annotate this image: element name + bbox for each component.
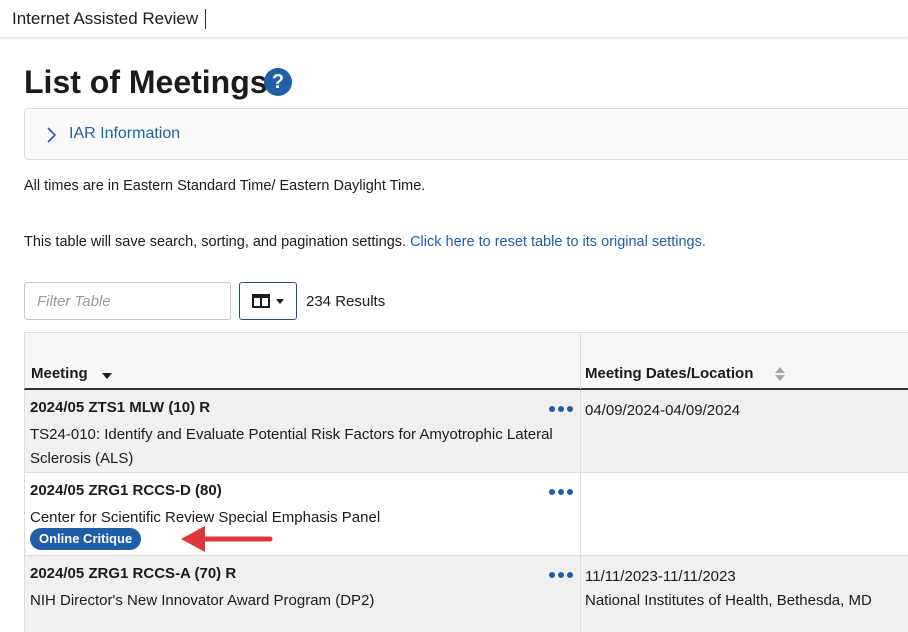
caret-down-icon: [276, 298, 284, 304]
page-title: List of Meetings: [24, 64, 268, 100]
meeting-code[interactable]: 2024/05 ZRG1 RCCS-D (80): [30, 482, 222, 499]
table-header: Meeting Meeting Dates/Location: [24, 332, 908, 390]
accordion-label[interactable]: IAR Information: [69, 125, 180, 143]
meeting-description: TS24-010: Identify and Evaluate Potentia…: [30, 426, 553, 467]
column-header-meeting[interactable]: Meeting: [31, 365, 88, 382]
meeting-dates: 04/09/2024-04/09/2024: [585, 402, 741, 419]
app-title: Internet Assisted Review: [12, 9, 207, 29]
meeting-location: National Institutes of Health, Bethesda,…: [585, 592, 872, 609]
meeting-dates-location: 11/11/2023-11/11/2023 National Institute…: [585, 565, 872, 613]
row-actions-icon[interactable]: [549, 568, 573, 582]
filter-table-input[interactable]: [24, 282, 231, 320]
help-icon[interactable]: ?: [264, 68, 292, 96]
reset-table-link[interactable]: Click here to reset table to its origina…: [410, 234, 706, 250]
chevron-right-icon: [47, 127, 57, 143]
meeting-description: NIH Director's New Innovator Award Progr…: [30, 592, 375, 609]
meeting-dates: 11/11/2023-11/11/2023: [585, 568, 736, 585]
table-row[interactable]: 2024/05 ZRG1 RCCS-A (70) R NIH Director'…: [24, 556, 908, 632]
app-header: Internet Assisted Review: [0, 0, 908, 38]
row-actions-icon[interactable]: [549, 485, 573, 499]
column-toggle-button[interactable]: [239, 282, 297, 320]
online-critique-badge: Online Critique: [30, 528, 142, 550]
column-divider: [580, 333, 581, 389]
row-actions-icon[interactable]: [549, 402, 573, 416]
meeting-code[interactable]: 2024/05 ZTS1 MLW (10) R: [30, 399, 210, 416]
column-header-dates-location[interactable]: Meeting Dates/Location: [585, 365, 753, 382]
table-row[interactable]: 2024/05 ZRG1 RCCS-D (80) Center for Scie…: [24, 473, 908, 556]
meeting-description: Center for Scientific Review Special Emp…: [30, 509, 381, 526]
sort-descending-icon[interactable]: [102, 373, 112, 379]
red-arrow-annotation: [181, 526, 273, 552]
results-count: 234 Results: [306, 293, 386, 310]
sort-unsorted-icon[interactable]: [775, 367, 785, 381]
table-row[interactable]: 2024/05 ZTS1 MLW (10) R TS24-010: Identi…: [24, 390, 908, 473]
save-note-text: This table will save search, sorting, an…: [24, 234, 407, 250]
iar-information-accordion[interactable]: IAR Information: [24, 108, 908, 160]
meeting-code[interactable]: 2024/05 ZRG1 RCCS-A (70) R: [30, 565, 236, 582]
save-settings-note: This table will save search, sorting, an…: [24, 234, 706, 250]
columns-icon: [252, 294, 270, 308]
timezone-note: All times are in Eastern Standard Time/ …: [24, 178, 426, 194]
